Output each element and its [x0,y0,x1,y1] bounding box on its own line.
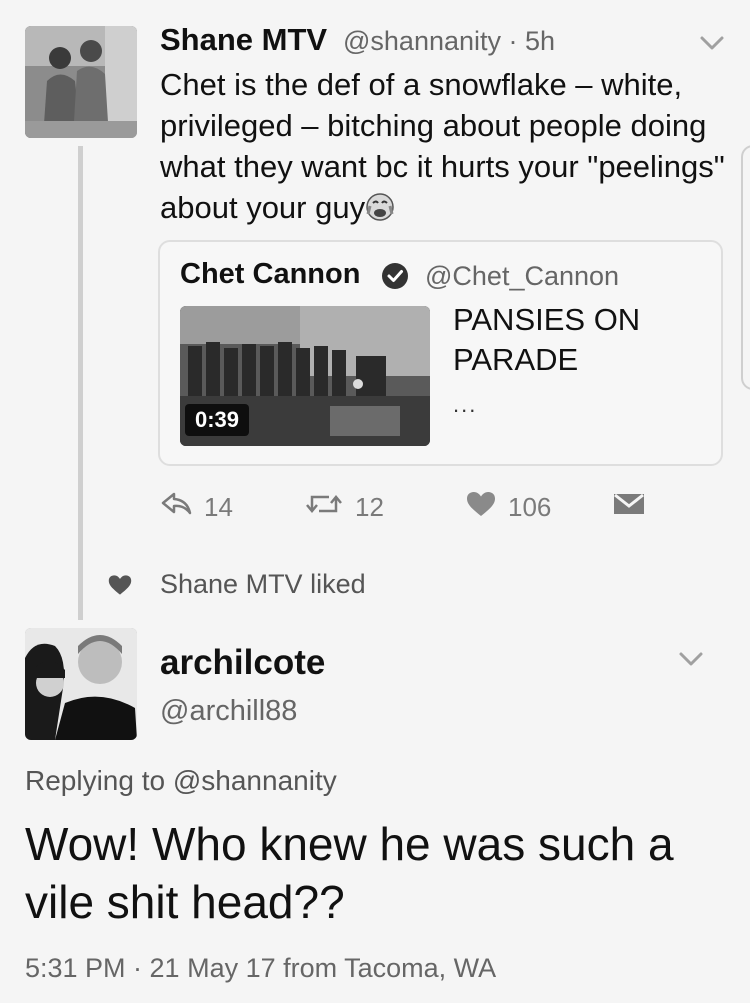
avatar[interactable] [25,26,137,138]
tweet-handle-time[interactable]: @shannanity · 5h [343,26,555,57]
reply-avatar[interactable] [25,628,137,740]
quoted-tweet-text: PANSIES ON PARADE [453,302,641,377]
reply-action[interactable]: 14 [160,490,233,524]
avatar-photo-icon [25,26,137,138]
video-duration: 0:39 [185,404,250,436]
edge-overlay [741,145,750,390]
tweet-text: Chet is the def of a snowflake – white, … [160,64,735,228]
like-action[interactable]: 106 [466,490,551,524]
tweet-menu-chevron-icon[interactable] [697,32,727,54]
crying-face-icon [365,191,395,221]
retweet-icon [305,491,343,524]
heart-icon [466,491,496,524]
reply-avatar-photo-icon [25,628,137,740]
reply-timestamp-location: 5:31 PM · 21 May 17 from Tacoma, WA [25,953,497,983]
quoted-author-name: Chet Cannon [180,258,361,290]
reply-icon [160,491,192,524]
liked-heart-icon [108,574,132,598]
thread-line [78,146,83,620]
retweet-action[interactable]: 12 [305,490,384,524]
tweet-text-content: Chet is the def of a snowflake – white, … [160,67,725,225]
reply-text: Wow! Who knew he was such a vile shit he… [25,818,674,928]
envelope-icon [612,491,646,524]
reply-menu-chevron-icon[interactable] [676,648,706,670]
verified-badge-icon [381,262,409,290]
like-count: 106 [508,491,552,522]
quoted-handle: @Chet_Cannon [425,261,620,291]
reply-author-name[interactable]: archilcote [160,643,325,683]
quoted-ellipsis: ... [453,392,478,417]
reply-count: 14 [204,491,233,522]
replying-to[interactable]: Replying to @shannanity [25,765,337,797]
social-context-text[interactable]: Shane MTV liked [160,569,366,600]
tweet-author-name[interactable]: Shane MTV [160,22,327,58]
retweet-count: 12 [355,491,384,522]
direct-message-action[interactable] [612,490,646,524]
reply-handle[interactable]: @archill88 [160,695,297,728]
